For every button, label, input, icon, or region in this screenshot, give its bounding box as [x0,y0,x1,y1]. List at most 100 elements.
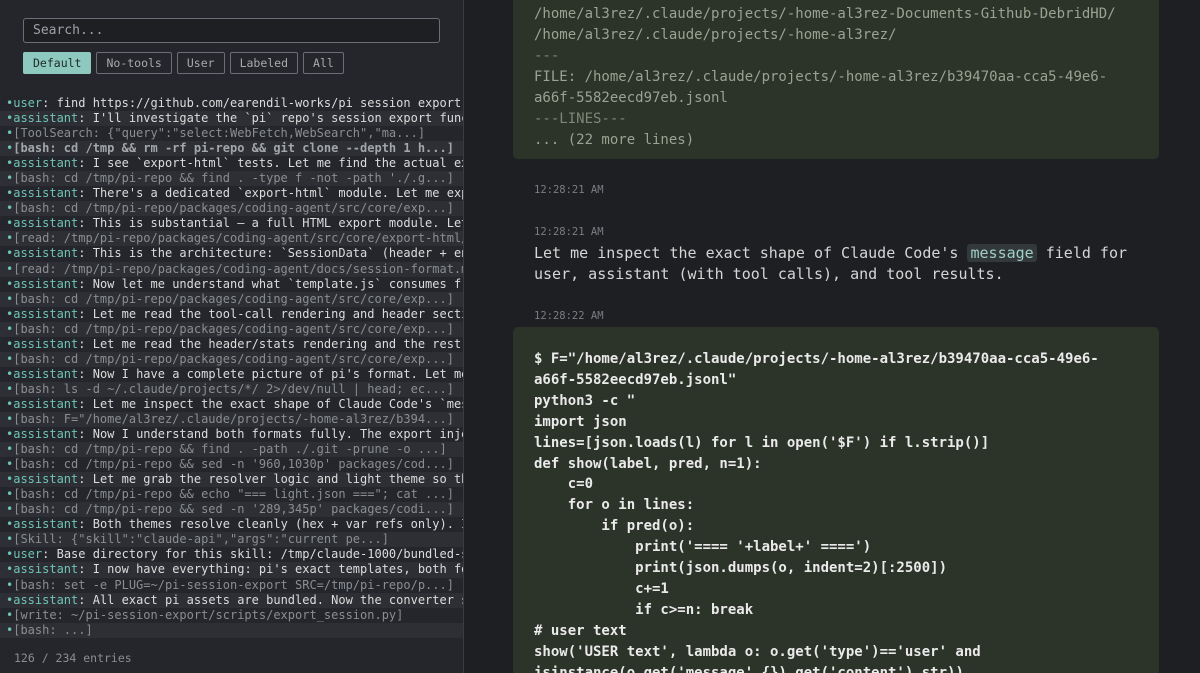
list-item[interactable]: •assistant: Let me read the header/stats… [0,337,463,352]
entry-role: user [13,96,43,110]
entry-role: assistant [13,562,79,577]
entry-text: [bash: cd /tmp/pi-repo && sed -n '289,34… [13,502,454,517]
entry-count: 126 / 234 entries [14,651,132,665]
role-separator: : [78,276,86,291]
entry-text: This is substantial — a full HTML export… [85,216,463,231]
entry-text: find https://github.com/earendil-works/p… [49,96,462,110]
list-item[interactable]: •[ToolSearch: {"query":"select:WebFetch,… [0,126,463,141]
entry-text: All exact pi assets are bundled. Now the… [85,592,463,607]
inline-code: message [967,244,1037,262]
list-item[interactable]: •[bash: cd /tmp/pi-repo && find . -type … [0,171,463,187]
list-item[interactable]: •[bash: cd /tmp/pi-repo && sed -n '289,3… [0,502,463,518]
list-item[interactable]: •assistant: This is substantial — a full… [0,216,463,231]
filter-no-tools-button[interactable]: No-tools [96,52,172,74]
entry-role: assistant [13,366,79,381]
list-item[interactable]: •[bash: cd /tmp/pi-repo && echo "=== lig… [0,487,463,502]
entry-role: assistant [13,246,79,261]
list-item[interactable]: •[bash: cd /tmp/pi-repo && sed -n '960,1… [0,457,463,472]
entry-role: assistant [13,216,79,231]
tool-call-card: $ F="/home/al3rez/.claude/projects/-home… [513,327,1159,673]
list-item[interactable]: •assistant: There's a dedicated `export-… [0,186,463,201]
entry-role: assistant [13,276,79,291]
list-item[interactable]: •user: Base directory for this skill: /t… [0,547,463,562]
list-item[interactable]: •assistant: Both themes resolve cleanly … [0,517,463,532]
output-line: /home/al3rez/.claude/projects/-home-al3r… [534,6,1116,22]
entry-text: Both themes resolve cleanly (hex + var r… [85,517,463,532]
entry-text: [bash: cd /tmp/pi-repo && find . -path .… [13,442,447,457]
list-item[interactable]: •assistant: Now let me understand what `… [0,277,463,292]
list-item[interactable]: •assistant: This is the architecture: `S… [0,246,463,261]
list-item[interactable]: •assistant: Let me inspect the exact sha… [0,397,463,412]
list-item[interactable]: •assistant: I see `export-html` tests. L… [0,156,463,171]
list-item[interactable]: •[bash: cd /tmp/pi-repo/packages/coding-… [0,351,463,367]
list-item[interactable]: •assistant: All exact pi assets are bund… [0,592,463,608]
command-code: $ F="/home/al3rez/.claude/projects/-home… [534,351,1099,673]
entry-role: assistant [13,427,79,442]
list-item[interactable]: •assistant: Let me read the tool-call re… [0,307,463,322]
output-line: ... (22 more lines) [534,132,695,148]
list-item[interactable]: •[Skill: {"skill":"claude-api","args":"c… [0,532,463,548]
role-separator: : [78,366,86,381]
role-separator: : [78,396,86,411]
entry-role: assistant [13,156,79,171]
role-separator: : [78,562,86,577]
list-item[interactable]: •[bash: ls -d ~/.claude/projects/*/ 2>/d… [0,381,463,397]
filter-labeled-button[interactable]: Labeled [229,52,299,74]
entry-text: [bash: ...] [13,622,93,637]
list-item[interactable]: •[bash: ...] [0,622,463,638]
entry-text: Base directory for this skill: /tmp/clau… [49,547,463,562]
entry-role: assistant [13,592,79,607]
filter-user-button[interactable]: User [176,52,225,74]
role-separator: : [78,592,86,607]
entry-text: [bash: cd /tmp/pi-repo/packages/coding-a… [13,201,454,216]
output-line: /home/al3rez/.claude/projects/-home-al3r… [534,27,897,43]
filter-all-button[interactable]: All [303,52,344,74]
entry-role: assistant [13,336,79,351]
list-item[interactable]: •[read: /tmp/pi-repo/packages/coding-age… [0,231,463,247]
list-item[interactable]: •[bash: cd /tmp/pi-repo/packages/coding-… [0,291,463,307]
entry-text: [ToolSearch: {"query":"select:WebFetch,W… [13,126,426,141]
list-item[interactable]: •[read: /tmp/pi-repo/packages/coding-age… [0,261,463,277]
filter-default-button[interactable]: Default [23,52,92,74]
list-item[interactable]: •assistant: Now I have a complete pictur… [0,367,463,382]
entry-text: There's a dedicated `export-html` module… [85,186,463,201]
list-item[interactable]: •[bash: cd /tmp/pi-repo/packages/coding-… [0,321,463,337]
list-item[interactable]: •assistant: Let me grab the resolver log… [0,472,463,488]
entry-text: [read: /tmp/pi-repo/packages/coding-agen… [13,261,463,276]
list-item[interactable]: •[write: ~/pi-session-export/scripts/exp… [0,608,463,623]
entry-text: Let me grab the resolver logic and light… [85,472,463,487]
list-item[interactable]: •[bash: cd /tmp/pi-repo && find . -path … [0,442,463,458]
list-item[interactable]: •[bash: F="/home/al3rez/.claude/projects… [0,411,463,428]
list-item[interactable]: •[bash: cd /tmp/pi-repo/packages/coding-… [0,201,463,217]
conversation-view: /home/al3rez/.claude/projects/-home-al3r… [464,0,1200,673]
entry-text: [bash: ls -d ~/.claude/projects/*/ 2>/de… [13,381,454,396]
entry-text: Let me inspect the exact shape of Claude… [85,396,463,411]
entry-text: [bash: cd /tmp/pi-repo/packages/coding-a… [13,321,454,336]
timestamp: 12:28:22 AM [534,310,604,322]
output-line: --- [534,48,560,64]
output-line: FILE: /home/al3rez/.claude/projects/-hom… [534,69,1108,85]
entry-text: This is the architecture: `SessionData` … [85,246,463,261]
message-text: Let me inspect the exact shape of Claude… [534,244,968,262]
entry-text: Let me read the header/stats rendering a… [85,336,462,351]
role-separator: : [78,306,86,321]
list-item[interactable]: •assistant: Now I understand both format… [0,427,463,442]
entry-text: [bash: cd /tmp && rm -rf pi-repo && git … [13,141,454,156]
list-item[interactable]: •assistant: I'll investigate the `pi` re… [0,111,463,127]
entry-text: [bash: F="/home/al3rez/.claude/projects/… [13,411,454,426]
entry-role: assistant [13,396,79,411]
entry-role: assistant [13,472,79,487]
list-item[interactable]: •[bash: set -e PLUG=~/pi-session-export … [0,578,463,593]
role-separator: : [78,186,86,201]
list-item[interactable]: •assistant: I now have everything: pi's … [0,562,463,578]
output-line: a66f-5582eecd97eb.jsonl [534,90,728,106]
entry-text: Now let me understand what `template.js`… [85,276,463,291]
list-item[interactable]: •user: find https://github.com/earendil-… [0,96,463,111]
filter-bar: Default No-tools User Labeled All [23,52,344,74]
search-input[interactable] [23,18,440,43]
entry-text: I'll investigate the `pi` repo's session… [85,111,463,126]
entry-text: I now have everything: pi's exact templa… [85,562,463,577]
list-item[interactable]: •[bash: cd /tmp && rm -rf pi-repo && git… [0,141,463,157]
entry-text: Now I have a complete picture of pi's fo… [85,366,463,381]
role-separator: : [78,111,86,126]
